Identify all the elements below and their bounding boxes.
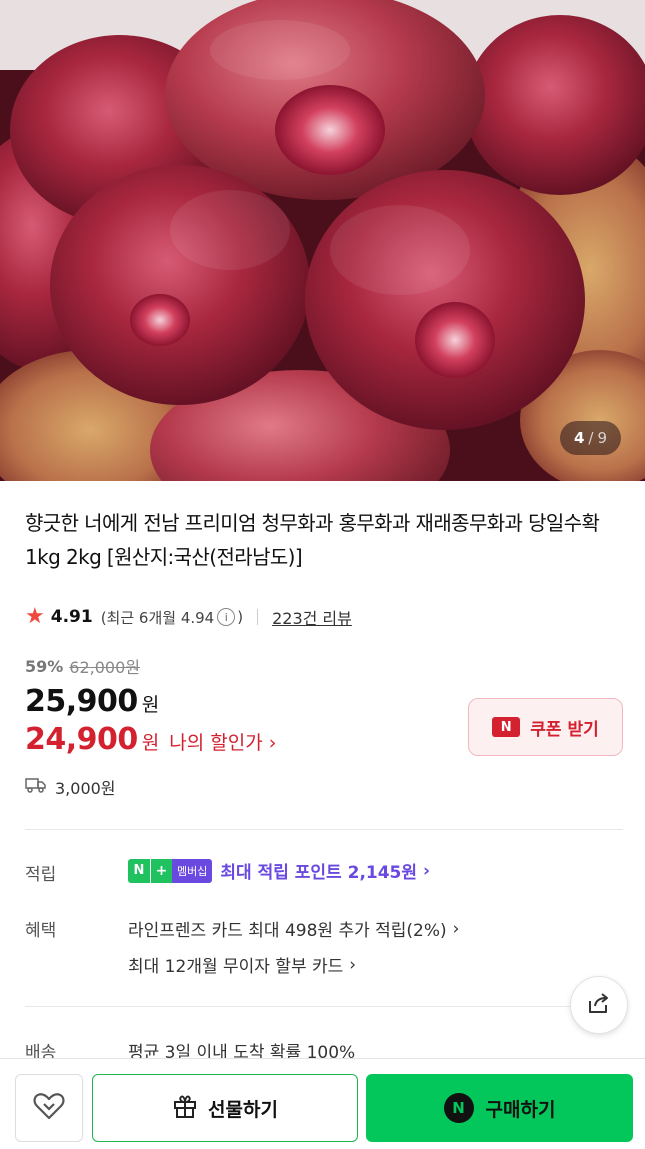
gift-button[interactable]: 선물하기 <box>92 1074 358 1142</box>
naver-plus-membership-badge: N + 멤버십 <box>128 858 213 883</box>
rating-score: 4.91 <box>50 607 93 627</box>
chevron-right-icon: › <box>349 954 357 975</box>
wishlist-button[interactable] <box>15 1074 83 1142</box>
my-price-line[interactable]: 24,900 원 나의 할인가 › <box>25 722 276 757</box>
chevron-right-icon: › <box>268 732 277 754</box>
discount-rate: 59% <box>25 656 64 676</box>
divider <box>25 1006 623 1007</box>
gallery-current: 4 <box>573 429 585 447</box>
recent-rating-prefix: (최근 6개월 4.94 <box>100 608 215 627</box>
coupon-icon: N <box>492 717 521 737</box>
sale-price: 25,900 <box>25 684 138 719</box>
rating-divider <box>257 609 259 625</box>
product-image[interactable]: 4 / 9 <box>0 0 645 481</box>
share-button[interactable] <box>570 976 628 1034</box>
benefit-line-2: 최대 12개월 무이자 할부 카드 <box>128 957 344 977</box>
my-price-label: 나의 할인가 <box>169 732 263 754</box>
original-price: 62,000원 <box>69 658 141 677</box>
buy-label: 구매하기 <box>485 1098 556 1121</box>
recent-rating: (최근 6개월 4.94 i ) <box>101 607 243 628</box>
badge-n: N <box>128 858 150 883</box>
gallery-separator: / <box>588 429 594 447</box>
star-icon: ★ <box>25 604 45 629</box>
points-row[interactable]: N + 멤버십 최대 적립 포인트 2,145원 › <box>128 858 430 883</box>
truck-icon <box>25 777 47 797</box>
rating-row: ★ 4.91 (최근 6개월 4.94 i ) 223건 리뷰 <box>25 603 352 631</box>
coupon-label: 쿠폰 받기 <box>530 719 599 740</box>
benefit-installment[interactable]: 최대 12개월 무이자 할부 카드 › <box>128 952 357 978</box>
share-icon <box>586 991 612 1019</box>
badge-membership: 멤버십 <box>172 858 213 883</box>
recent-rating-suffix: ) <box>237 608 244 626</box>
bottom-action-bar: 선물하기 N 구매하기 <box>0 1058 645 1149</box>
sale-price-unit: 원 <box>141 694 160 716</box>
gift-label: 선물하기 <box>208 1098 278 1121</box>
info-icon[interactable]: i <box>217 608 236 626</box>
gift-icon <box>172 1093 198 1124</box>
product-title: 향긋한 너에게 전남 프리미엄 청무화과 홍무화과 재래종무화과 당일수확 1k… <box>25 511 600 569</box>
discount-line: 59% 62,000원 <box>25 654 140 678</box>
benefit-line-1: 라인프렌즈 카드 최대 498원 추가 적립(2%) <box>128 921 447 941</box>
shipping-fee: 3,000원 <box>55 779 116 798</box>
benefit-card-points[interactable]: 라인프렌즈 카드 최대 498원 추가 적립(2%) › <box>128 916 460 942</box>
coupon-button[interactable]: N 쿠폰 받기 <box>468 698 623 756</box>
max-points-text: 최대 적립 포인트 2,145원 <box>220 863 418 883</box>
gallery-page-indicator: 4 / 9 <box>559 421 621 455</box>
badge-plus: + <box>150 858 172 883</box>
benefits-label: 혜택 <box>25 921 57 941</box>
sale-price-line: 25,900 원 <box>25 684 159 719</box>
buy-button[interactable]: N 구매하기 <box>366 1074 633 1142</box>
divider <box>25 829 623 830</box>
points-label: 적립 <box>25 865 57 885</box>
chevron-right-icon: › <box>452 918 460 939</box>
fig-photo <box>0 0 645 481</box>
review-count-link[interactable]: 223건 리뷰 <box>272 605 352 629</box>
my-discount-price: 24,900 <box>25 722 138 757</box>
heart-icon <box>32 1091 66 1125</box>
my-price-unit: 원 <box>141 732 160 754</box>
chevron-right-icon: › <box>423 860 431 881</box>
gallery-total: 9 <box>597 429 607 447</box>
naver-pay-icon: N <box>443 1093 474 1123</box>
shipping-fee-row: 3,000원 <box>25 775 116 799</box>
